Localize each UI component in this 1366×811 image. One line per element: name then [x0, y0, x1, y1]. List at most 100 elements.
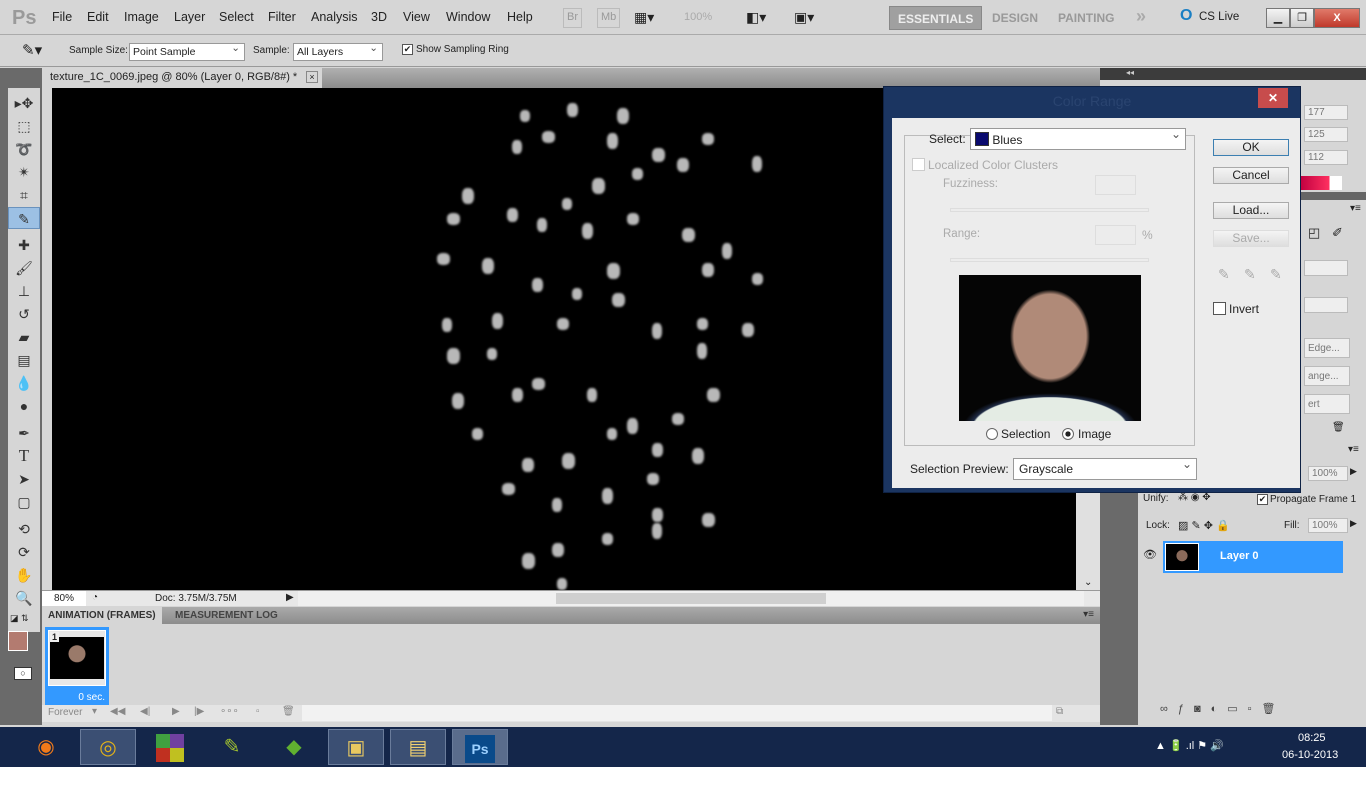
menu-analysis[interactable]: Analysis [311, 10, 358, 24]
zoom-tool-icon[interactable]: 🔍 [8, 587, 40, 609]
firefox-icon[interactable]: ◉ [18, 729, 74, 765]
color-range-button[interactable]: ange... [1304, 366, 1350, 386]
invert-checkbox[interactable] [1213, 302, 1226, 315]
image-radio[interactable] [1062, 428, 1074, 440]
ok-button[interactable]: OK [1213, 139, 1289, 156]
blur-tool-icon[interactable]: 💧 [8, 372, 40, 394]
color-value-b[interactable]: 112 [1304, 150, 1348, 165]
bridge-button[interactable]: Br [563, 8, 582, 28]
play-icon[interactable]: ▶ [172, 706, 180, 717]
quick-mask-icon[interactable]: ○ [14, 667, 32, 680]
fill-field[interactable]: 100% [1308, 518, 1348, 533]
move-tool-icon[interactable]: ▸✥ [8, 92, 40, 114]
scroll-thumb[interactable] [556, 593, 826, 604]
bluestacks-icon[interactable]: ◆ [266, 729, 322, 765]
load-button[interactable]: Load... [1213, 202, 1289, 219]
menu-3d[interactable]: 3D [371, 10, 387, 24]
crop-tool-icon[interactable]: ⌗ [8, 184, 40, 206]
mask-icon[interactable]: ◰ [1308, 225, 1320, 241]
delete-mask-icon[interactable]: 🗑 [1332, 422, 1345, 433]
scroll-down-icon[interactable]: ⌄ [1084, 577, 1092, 588]
selection-preview-select[interactable]: Grayscale [1013, 457, 1197, 480]
eyedropper-minus-icon[interactable]: ✎ [1270, 266, 1282, 283]
loop-select[interactable]: Forever [48, 707, 82, 718]
eyedropper-icon[interactable]: ✎ [1218, 266, 1230, 283]
lock-icons[interactable]: ▨ ✎ ✥ 🔒 [1178, 519, 1230, 532]
mask-edge-button[interactable]: Edge... [1304, 338, 1350, 358]
menu-file[interactable]: File [52, 10, 72, 24]
color-value-g[interactable]: 125 [1304, 127, 1348, 142]
clock-date[interactable]: 06-10-2013 [1282, 749, 1338, 761]
healing-brush-tool-icon[interactable]: ✚ [8, 234, 40, 256]
notepad-plus-icon[interactable]: ▣ [328, 729, 384, 765]
path-selection-tool-icon[interactable]: ➤ [8, 468, 40, 490]
loop-dropdown-icon[interactable]: ▾ [92, 706, 97, 717]
range-slider[interactable] [950, 258, 1149, 262]
menu-select[interactable]: Select [219, 10, 254, 24]
fuzziness-field[interactable] [1095, 175, 1136, 195]
fill-arrow[interactable]: ▶ [1350, 518, 1357, 529]
menu-view[interactable]: View [403, 10, 430, 24]
selection-radio[interactable] [986, 428, 998, 440]
restore-button[interactable]: ❐ [1290, 8, 1314, 28]
color-value-r[interactable]: 177 [1304, 105, 1348, 120]
convert-timeline-icon[interactable]: ⧉ [1056, 706, 1063, 717]
color-ramp[interactable] [1300, 176, 1342, 190]
hand-tool-icon[interactable]: ✋ [8, 564, 40, 586]
duplicate-frame-icon[interactable]: ▫ [256, 706, 260, 717]
eyedropper-preset-icon[interactable]: ✎▾ [22, 41, 42, 59]
explorer-icon[interactable]: ▤ [390, 729, 446, 765]
clock-time[interactable]: 08:25 [1298, 732, 1326, 744]
range-field[interactable] [1095, 225, 1136, 245]
close-tab-icon[interactable]: × [306, 71, 318, 83]
panel-menu-icon[interactable]: ▾≡ [1350, 203, 1361, 214]
magic-wand-tool-icon[interactable]: ✴ [8, 161, 40, 183]
tween-icon[interactable]: ∘∘∘ [220, 706, 239, 717]
dialog-close-button[interactable]: ✕ [1258, 88, 1288, 108]
animation-frame[interactable]: 1 0 sec. [45, 627, 109, 705]
gradient-tool-icon[interactable]: ▤ [8, 349, 40, 371]
zoom-field[interactable]: 80% [42, 591, 86, 606]
minimize-button[interactable]: ▁ [1266, 8, 1290, 28]
menu-layer[interactable]: Layer [174, 10, 205, 24]
first-frame-icon[interactable]: ◀◀ [110, 706, 125, 717]
chrome-icon[interactable]: ◎ [80, 729, 136, 765]
menu-help[interactable]: Help [507, 10, 533, 24]
tab-measurement-log[interactable]: MEASUREMENT LOG [169, 607, 284, 624]
next-frame-icon[interactable]: |▶ [194, 706, 204, 717]
invert-button[interactable]: ert [1304, 394, 1350, 414]
menu-image[interactable]: Image [124, 10, 159, 24]
preview-image[interactable] [959, 275, 1141, 421]
unify-icons[interactable]: ⁂ ◉ ✥ [1178, 492, 1211, 503]
clone-stamp-tool-icon[interactable]: ⊥ [8, 280, 40, 302]
default-colors-icon[interactable]: ◪ ⇅ [10, 613, 29, 624]
show-sampling-ring-checkbox[interactable]: ✔ [402, 44, 413, 55]
eyedropper-tool-icon[interactable]: ✎ [8, 207, 40, 229]
menu-filter[interactable]: Filter [268, 10, 296, 24]
3d-orbit-tool-icon[interactable]: ⟳ [8, 541, 40, 563]
workspace-painting[interactable]: PAINTING [1050, 6, 1122, 30]
menu-window[interactable]: Window [446, 10, 490, 24]
photoshop-taskbar-button[interactable]: Ps [452, 729, 508, 765]
previous-frame-icon[interactable]: ◀| [140, 706, 150, 717]
more-workspaces-button[interactable]: » [1136, 6, 1146, 27]
lasso-tool-icon[interactable]: ➰ [8, 138, 40, 160]
vector-mask-icon[interactable]: ✐ [1332, 225, 1343, 241]
screen-mode-icon[interactable]: ▣▾ [794, 9, 814, 26]
cancel-button[interactable]: Cancel [1213, 167, 1289, 184]
opacity-arrow[interactable]: ▶ [1350, 466, 1357, 477]
propagate-frame-checkbox[interactable]: ✔ [1257, 494, 1268, 505]
frames-scrollbar[interactable] [302, 705, 1052, 721]
status-icon[interactable]: ◔ [92, 592, 98, 603]
dodge-tool-icon[interactable]: ● [8, 395, 40, 417]
cs-live-button[interactable]: CS Live [1199, 11, 1239, 23]
sample-select[interactable]: All Layers [293, 42, 383, 61]
tray-icons[interactable]: ▲ 🔋 .ıl ⚑ 🔊 [1155, 739, 1224, 752]
marquee-tool-icon[interactable]: ⬚ [8, 115, 40, 137]
screen-mode-icon[interactable]: ▦▾ [634, 9, 654, 26]
visibility-eye-icon[interactable]: 👁 [1143, 548, 1157, 561]
type-tool-icon[interactable]: T [8, 445, 40, 467]
tab-animation-frames[interactable]: ANIMATION (FRAMES) [42, 607, 162, 624]
pen-tool-icon[interactable]: ✒ [8, 422, 40, 444]
status-menu-arrow[interactable]: ▶ [286, 592, 294, 603]
